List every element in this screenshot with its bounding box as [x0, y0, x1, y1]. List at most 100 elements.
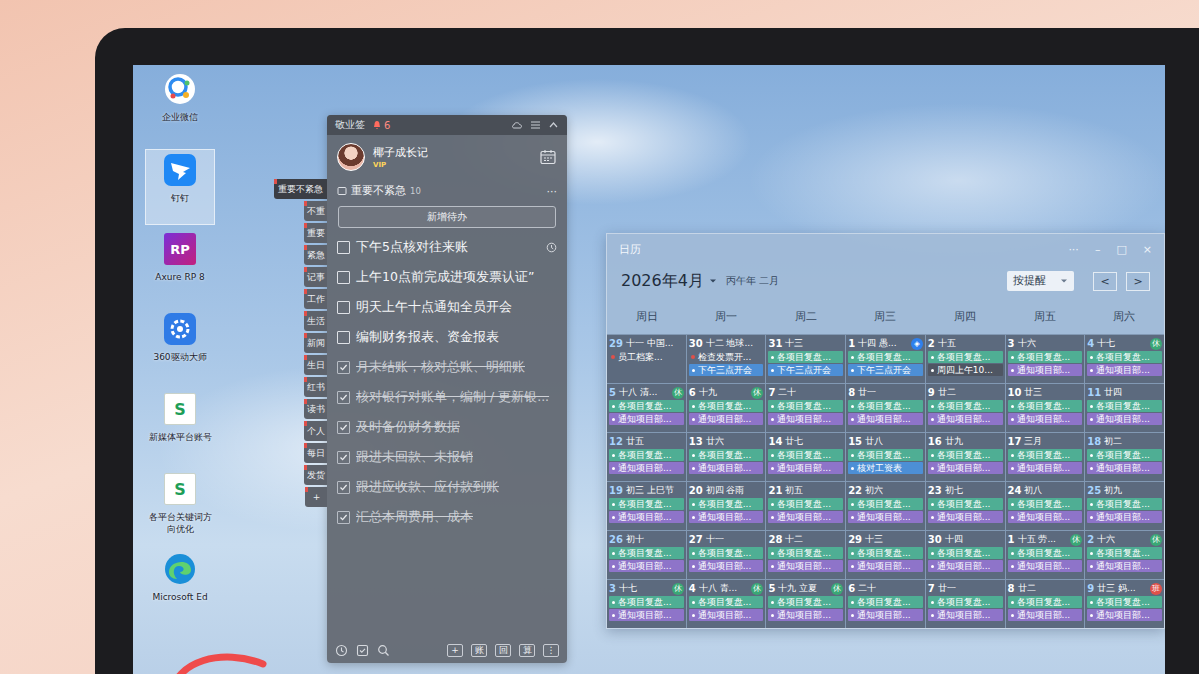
calendar-event[interactable]: 通知项目部...: [689, 560, 764, 572]
desktop-icon[interactable]: RPAxure RP 8: [145, 229, 215, 305]
month-selector[interactable]: 2026年4月: [621, 271, 704, 292]
calendar-day[interactable]: 9廿三 妈...班各项目复盘...通知项目部...: [1085, 580, 1164, 628]
calendar-event[interactable]: 各项目复盘...: [609, 596, 684, 608]
calendar-day[interactable]: 25初九各项目复盘...通知项目部...: [1085, 482, 1164, 530]
calendar-day[interactable]: 12廿五各项目复盘...通知项目部...: [607, 433, 686, 481]
calendar-event[interactable]: 通知项目部...: [689, 413, 764, 425]
calendar-event[interactable]: 通知项目部...: [1008, 413, 1083, 425]
calendar-day[interactable]: 5十九 立夏休各项目复盘...通知项目部...: [766, 580, 845, 628]
calendar-event[interactable]: 下午三点开会: [689, 364, 764, 376]
calendar-event[interactable]: 通知项目部...: [1087, 364, 1162, 376]
calendar-event[interactable]: 通知项目部...: [689, 609, 764, 621]
category-tab[interactable]: 读书: [304, 399, 327, 419]
toolbar-button[interactable]: 回: [495, 644, 511, 657]
calendar-event[interactable]: 各项目复盘...: [848, 449, 923, 461]
calendar-event[interactable]: 各项目复盘...: [689, 449, 764, 461]
category-tab[interactable]: +: [305, 487, 327, 507]
dropdown-caret-icon[interactable]: [709, 277, 717, 285]
calendar-event[interactable]: 通知项目部...: [609, 462, 684, 474]
todo-item[interactable]: 跟进应收款、应付款到账: [337, 472, 557, 502]
calendar-day[interactable]: 7廿一各项目复盘...通知项目部...: [926, 580, 1005, 628]
calendar-event[interactable]: 通知项目部...: [1087, 560, 1162, 572]
calendar-event[interactable]: 通知项目部...: [848, 609, 923, 621]
todo-checkbox[interactable]: [337, 451, 350, 464]
calendar-event[interactable]: 各项目复盘...: [609, 400, 684, 412]
todo-item[interactable]: 上午10点前完成进项发票认证”: [337, 262, 557, 292]
calendar-event[interactable]: 各项目复盘...: [1087, 596, 1162, 608]
calendar-event[interactable]: 下午三点开会: [848, 364, 923, 376]
calendar-event[interactable]: 各项目复盘...: [848, 400, 923, 412]
calendar-event[interactable]: 核对工资表: [848, 462, 923, 474]
calendar-event[interactable]: 各项目复盘...: [928, 547, 1003, 559]
window-control-button[interactable]: –: [1095, 243, 1101, 256]
category-tab[interactable]: 新闻: [304, 333, 327, 353]
calendar-day[interactable]: 20初四 谷雨各项目复盘...通知项目部...: [687, 482, 766, 530]
calendar-day[interactable]: 30十四各项目复盘...通知项目部...: [926, 531, 1005, 579]
todo-checkbox[interactable]: [337, 421, 350, 434]
category-tab[interactable]: 个人: [304, 421, 327, 441]
calendar-event[interactable]: 各项目复盘...: [1008, 596, 1083, 608]
category-tab[interactable]: 发货: [304, 465, 327, 485]
category-tab[interactable]: 红书: [304, 377, 327, 397]
calendar-day[interactable]: 1十五 劳...休各项目复盘...通知项目部...: [1006, 531, 1085, 579]
calendar-event[interactable]: 各项目复盘...: [609, 498, 684, 510]
calendar-event[interactable]: 各项目复盘...: [1087, 400, 1162, 412]
calendar-day[interactable]: 15廿八各项目复盘...核对工资表: [846, 433, 925, 481]
calendar-event[interactable]: 各项目复盘...: [928, 498, 1003, 510]
next-month-button[interactable]: >: [1126, 272, 1150, 291]
calendar-day[interactable]: 6十九休各项目复盘...通知项目部...: [687, 384, 766, 432]
todo-item[interactable]: 汇总本周费用、成本: [337, 502, 557, 532]
calendar-event[interactable]: 各项目复盘...: [928, 400, 1003, 412]
calendar-event[interactable]: 通知项目部...: [928, 511, 1003, 523]
calendar-day[interactable]: 22初六各项目复盘...通知项目部...: [846, 482, 925, 530]
calendar-day[interactable]: 11廿四各项目复盘...通知项目部...: [1085, 384, 1164, 432]
calendar-day[interactable]: 26初十各项目复盘...通知项目部...: [607, 531, 686, 579]
avatar[interactable]: [337, 143, 365, 171]
more-button[interactable]: ···: [547, 185, 558, 198]
desktop-icon[interactable]: 企业微信: [145, 69, 215, 145]
calendar-event[interactable]: 通知项目部...: [928, 413, 1003, 425]
window-control-button[interactable]: ×: [1143, 243, 1152, 256]
calendar-event[interactable]: 各项目复盘...: [848, 547, 923, 559]
calendar-day[interactable]: 2十五各项目复盘...周四上午10...: [926, 335, 1005, 383]
calendar-day[interactable]: 3十六各项目复盘...通知项目部...: [1006, 335, 1085, 383]
desktop-icon[interactable]: S各平台关键词方向优化: [145, 469, 215, 545]
calendar-day[interactable]: 10廿三各项目复盘...通知项目部...: [1006, 384, 1085, 432]
history-clock-icon[interactable]: [335, 644, 348, 657]
calendar-day[interactable]: 8廿二各项目复盘...通知项目部...: [1006, 580, 1085, 628]
calendar-event[interactable]: 各项目复盘...: [768, 400, 843, 412]
calendar-event[interactable]: 各项目复盘...: [689, 596, 764, 608]
calendar-day[interactable]: 8廿一各项目复盘...通知项目部...: [846, 384, 925, 432]
calendar-event[interactable]: 周四上午10...: [928, 364, 1003, 376]
calendar-event[interactable]: 通知项目部...: [1008, 609, 1083, 621]
calendar-event[interactable]: 通知项目部...: [609, 413, 684, 425]
calendar-day[interactable]: 19初三 上巳节各项目复盘...通知项目部...: [607, 482, 686, 530]
cloud-sync-icon[interactable]: [511, 120, 523, 130]
calendar-event[interactable]: 各项目复盘...: [609, 449, 684, 461]
calendar-day[interactable]: 30十二 地球...检查发票开...下午三点开会: [687, 335, 766, 383]
toolbar-button[interactable]: 算: [519, 644, 535, 657]
calendar-event[interactable]: 通知项目部...: [1008, 462, 1083, 474]
todo-checkbox[interactable]: [337, 361, 350, 374]
calendar-day[interactable]: 24初八各项目复盘...通知项目部...: [1006, 482, 1085, 530]
category-tab[interactable]: 紧急: [304, 245, 327, 265]
calendar-event[interactable]: 各项目复盘...: [689, 498, 764, 510]
done-list-icon[interactable]: [356, 644, 369, 657]
calendar-event[interactable]: 检查发票开...: [689, 351, 764, 363]
calendar-event[interactable]: 员工档案...: [609, 351, 684, 363]
calendar-event[interactable]: 通知项目部...: [768, 511, 843, 523]
calendar-day[interactable]: 6二十各项目复盘...通知项目部...: [846, 580, 925, 628]
calendar-day[interactable]: 29十一 中国...员工档案...: [607, 335, 686, 383]
todo-checkbox[interactable]: [337, 331, 350, 344]
calendar-day[interactable]: 17三月各项目复盘...通知项目部...: [1006, 433, 1085, 481]
calendar-event[interactable]: 各项目复盘...: [928, 596, 1003, 608]
todo-checkbox[interactable]: [337, 391, 350, 404]
calendar-event[interactable]: 各项目复盘...: [689, 547, 764, 559]
calendar-event[interactable]: 各项目复盘...: [689, 400, 764, 412]
calendar-day[interactable]: 4十七休各项目复盘...通知项目部...: [1085, 335, 1164, 383]
calendar-day[interactable]: 31十三各项目复盘...下午三点开会: [766, 335, 845, 383]
calendar-event[interactable]: 各项目复盘...: [1087, 449, 1162, 461]
desktop-icon[interactable]: S新媒体平台账号: [145, 389, 215, 465]
calendar-day[interactable]: 29十三各项目复盘...通知项目部...: [846, 531, 925, 579]
calendar-day[interactable]: 9廿二各项目复盘...通知项目部...: [926, 384, 1005, 432]
